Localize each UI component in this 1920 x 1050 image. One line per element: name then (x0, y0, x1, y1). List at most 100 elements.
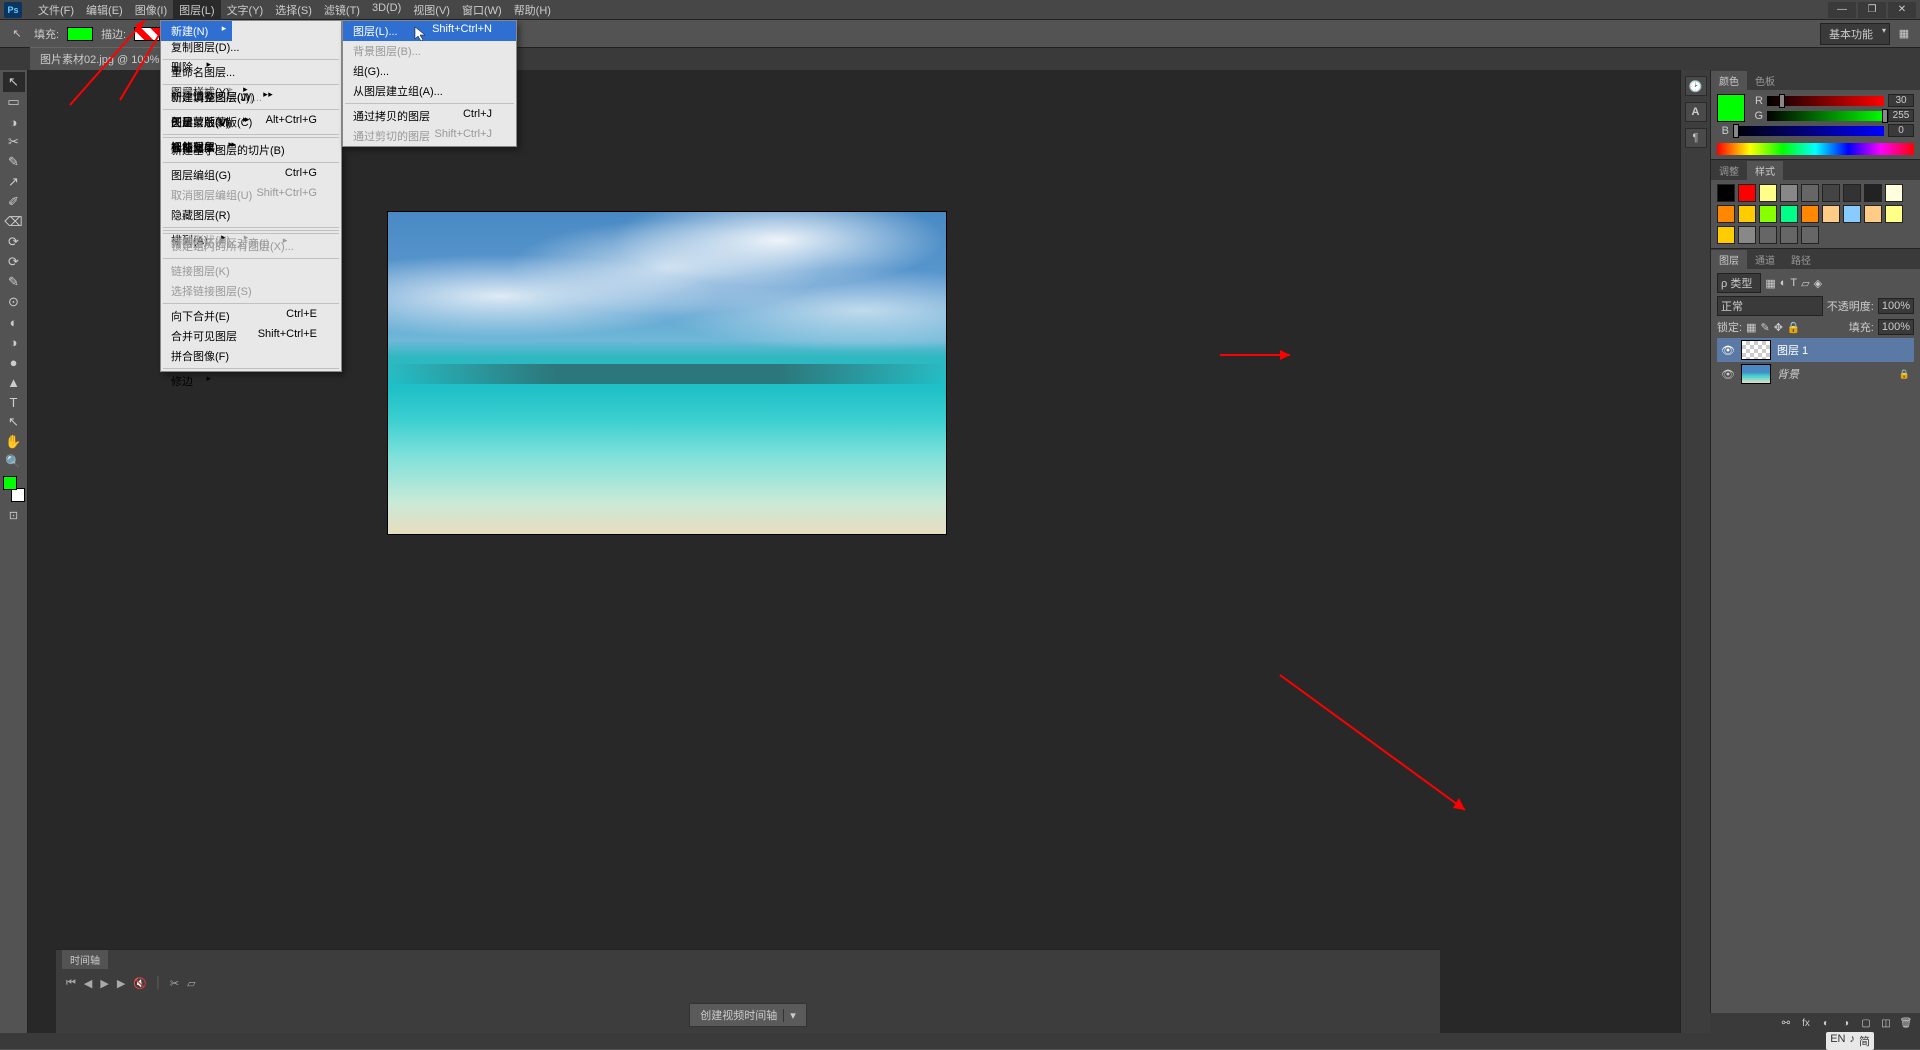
style-swatch[interactable] (1801, 205, 1819, 223)
adjustments-tab[interactable]: 调整 (1711, 161, 1747, 180)
timeline-transition-icon[interactable]: ▱ (187, 977, 195, 990)
style-swatch[interactable] (1738, 184, 1756, 202)
timeline-next-icon[interactable]: ▶ (117, 977, 125, 990)
lock-transparency-icon[interactable]: ▦ (1746, 321, 1756, 334)
layer-group-icon[interactable]: ▢ (1858, 1016, 1874, 1030)
style-swatch[interactable] (1864, 205, 1882, 223)
style-swatch[interactable] (1717, 205, 1735, 223)
menu-item[interactable]: 拼合图像(F) (161, 346, 341, 366)
channels-tab[interactable]: 通道 (1747, 250, 1783, 269)
tool-0[interactable]: ↖ (3, 72, 25, 92)
timeline-tab[interactable]: 时间轴 (62, 950, 108, 969)
style-swatch[interactable] (1759, 226, 1777, 244)
timeline-audio-icon[interactable]: 🔇 (133, 977, 147, 990)
style-swatch[interactable] (1822, 184, 1840, 202)
menu-item[interactable]: 图层(L)...Shift+Ctrl+N (343, 21, 516, 41)
style-swatch[interactable] (1780, 226, 1798, 244)
visibility-icon[interactable]: 👁 (1721, 344, 1735, 357)
tool-13[interactable]: ◑ (3, 332, 25, 352)
chevron-down-icon[interactable]: ▾ (783, 1009, 796, 1022)
opacity-value[interactable]: 100% (1878, 298, 1914, 314)
filter-type-icon[interactable]: T (1790, 277, 1797, 289)
menu-窗口[interactable]: 窗口(W) (456, 0, 508, 20)
fg-bg-colors[interactable] (3, 476, 25, 502)
style-swatch[interactable] (1885, 184, 1903, 202)
style-swatch[interactable] (1885, 205, 1903, 223)
menu-选择[interactable]: 选择(S) (269, 0, 318, 20)
style-swatch[interactable] (1822, 205, 1840, 223)
menu-item[interactable]: 从图层建立组(A)... (343, 81, 516, 101)
menu-item[interactable]: 隐藏图层(R) (161, 205, 341, 225)
filter-adjust-icon[interactable]: ◐ (1780, 277, 1787, 289)
tool-6[interactable]: ✐ (3, 192, 25, 212)
tool-8[interactable]: ⟳ (3, 232, 25, 252)
toolbox-collapse-icon[interactable]: ⊡ (3, 508, 25, 522)
layer-mask-icon[interactable]: ◐ (1818, 1016, 1834, 1030)
menu-item[interactable]: Copy CSS (161, 21, 341, 37)
swatches-tab[interactable]: 色板 (1747, 71, 1783, 90)
menu-文字[interactable]: 文字(Y) (221, 0, 270, 20)
tool-7[interactable]: ⌫ (3, 212, 25, 232)
tool-10[interactable]: ✎ (3, 272, 25, 292)
maximize-button[interactable]: ❐ (1858, 2, 1886, 18)
tool-preset-icon[interactable]: ↖ (8, 25, 26, 43)
g-slider[interactable] (1767, 111, 1884, 121)
tool-16[interactable]: T (3, 392, 25, 412)
style-swatch[interactable] (1780, 205, 1798, 223)
menu-item[interactable]: 合并可见图层Shift+Ctrl+E (161, 326, 341, 346)
fill-value[interactable]: 100% (1878, 319, 1914, 335)
menu-编辑[interactable]: 编辑(E) (80, 0, 129, 20)
tool-14[interactable]: ● (3, 352, 25, 372)
tool-2[interactable]: ◑ (3, 112, 25, 132)
tool-18[interactable]: ✋ (3, 432, 25, 452)
filter-pixel-icon[interactable]: ▦ (1765, 277, 1775, 290)
workspace-preset-dropdown[interactable]: 基本功能 (1820, 23, 1890, 45)
style-swatch[interactable] (1843, 205, 1861, 223)
search-icon[interactable]: ▦ (1896, 27, 1912, 40)
adjustment-layer-icon[interactable]: ◑ (1838, 1016, 1854, 1030)
foreground-color-swatch[interactable] (1717, 94, 1745, 122)
timeline-first-icon[interactable]: ⏮ (66, 977, 76, 990)
layer-row[interactable]: 👁背景🔒 (1717, 362, 1914, 386)
delete-layer-icon[interactable]: 🗑 (1898, 1016, 1914, 1030)
menu-3d[interactable]: 3D(D) (366, 0, 407, 20)
create-video-timeline-button[interactable]: 创建视频时间轴▾ (689, 1003, 807, 1027)
layer-name[interactable]: 背景 (1777, 366, 1799, 382)
tool-15[interactable]: ▲ (3, 372, 25, 392)
filter-kind-dropdown[interactable]: ρ 类型 (1717, 273, 1761, 293)
tool-9[interactable]: ⟳ (3, 252, 25, 272)
paragraph-panel-icon[interactable]: ¶ (1685, 128, 1707, 148)
style-swatch[interactable] (1843, 184, 1861, 202)
g-value[interactable]: 255 (1888, 109, 1914, 122)
menu-滤镜[interactable]: 滤镜(T) (318, 0, 366, 20)
character-panel-icon[interactable]: A (1685, 102, 1707, 122)
paths-tab[interactable]: 路径 (1783, 250, 1819, 269)
style-swatch[interactable] (1717, 184, 1735, 202)
style-swatch[interactable] (1759, 184, 1777, 202)
style-swatch[interactable] (1801, 184, 1819, 202)
menu-视图[interactable]: 视图(V) (407, 0, 456, 20)
visibility-icon[interactable]: 👁 (1721, 368, 1735, 381)
style-swatch[interactable] (1759, 205, 1777, 223)
timeline-play-icon[interactable]: ▶ (100, 977, 108, 990)
layer-fx-icon[interactable]: fx (1798, 1016, 1814, 1030)
style-swatch[interactable] (1738, 205, 1756, 223)
menu-item[interactable]: 创建剪贴蒙版(C)Alt+Ctrl+G (161, 112, 341, 132)
color-tab[interactable]: 颜色 (1711, 71, 1747, 90)
close-button[interactable]: ✕ (1888, 2, 1916, 18)
tool-17[interactable]: ↖ (3, 412, 25, 432)
timeline-cut-icon[interactable]: ✂ (170, 977, 179, 990)
lock-paint-icon[interactable]: ✎ (1760, 321, 1769, 334)
layers-tab[interactable]: 图层 (1711, 250, 1747, 269)
menu-item[interactable]: 向下合并(E)Ctrl+E (161, 306, 341, 326)
style-swatch[interactable] (1717, 226, 1735, 244)
r-value[interactable]: 30 (1888, 94, 1914, 107)
menu-文件[interactable]: 文件(F) (32, 0, 80, 20)
tool-12[interactable]: ◐ (3, 312, 25, 332)
history-panel-icon[interactable]: 🕑 (1685, 76, 1707, 96)
ime-indicator[interactable]: EN ♪ 简 (1826, 1032, 1874, 1050)
menu-item[interactable]: 组(G)... (343, 61, 516, 81)
filter-shape-icon[interactable]: ▱ (1801, 277, 1809, 290)
layer-name[interactable]: 图层 1 (1777, 342, 1808, 358)
styles-tab[interactable]: 样式 (1747, 161, 1783, 180)
